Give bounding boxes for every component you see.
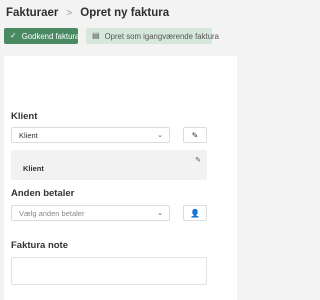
pencil-icon[interactable]: ✎: [195, 156, 201, 164]
client-label: Klient: [11, 111, 38, 122]
approve-invoice-button[interactable]: ✓ Godkend faktura: [4, 28, 80, 44]
page-title: Opret ny faktura: [80, 7, 170, 19]
approve-invoice-label: Godkend faktura: [21, 31, 80, 41]
chevron-right-icon: >: [66, 7, 73, 19]
pencil-icon: ✎: [191, 130, 199, 140]
breadcrumb: Fakturaer > Opret ny faktura: [6, 4, 169, 22]
invoice-note-textarea[interactable]: [11, 257, 207, 285]
breadcrumb-invoices-link[interactable]: Fakturaer: [6, 7, 58, 19]
chevron-down-icon: ⌄: [157, 132, 163, 139]
check-icon: ✓: [10, 31, 17, 40]
document-icon: ▤: [92, 31, 100, 40]
selected-client-name: Klient: [23, 164, 44, 173]
client-select-value: Klient: [19, 130, 38, 140]
add-user-icon: 👤: [190, 208, 200, 218]
invoice-note-label: Faktura note: [11, 240, 69, 251]
chevron-down-icon: ⌄: [157, 210, 163, 217]
create-ongoing-invoice-button[interactable]: ▤ Opret som igangværende faktura: [86, 28, 219, 44]
other-payer-select[interactable]: Vælg anden betaler ⌄: [11, 205, 170, 221]
create-ongoing-invoice-label: Opret som igangværende faktura: [104, 31, 219, 41]
add-payer-button[interactable]: 👤: [183, 205, 207, 221]
client-select[interactable]: Klient ⌄: [11, 127, 170, 143]
other-payer-placeholder: Vælg anden betaler: [19, 208, 85, 218]
edit-client-button[interactable]: ✎: [183, 127, 207, 143]
other-payer-label: Anden betaler: [11, 188, 75, 199]
selected-client-card: Klient ✎: [11, 150, 207, 180]
